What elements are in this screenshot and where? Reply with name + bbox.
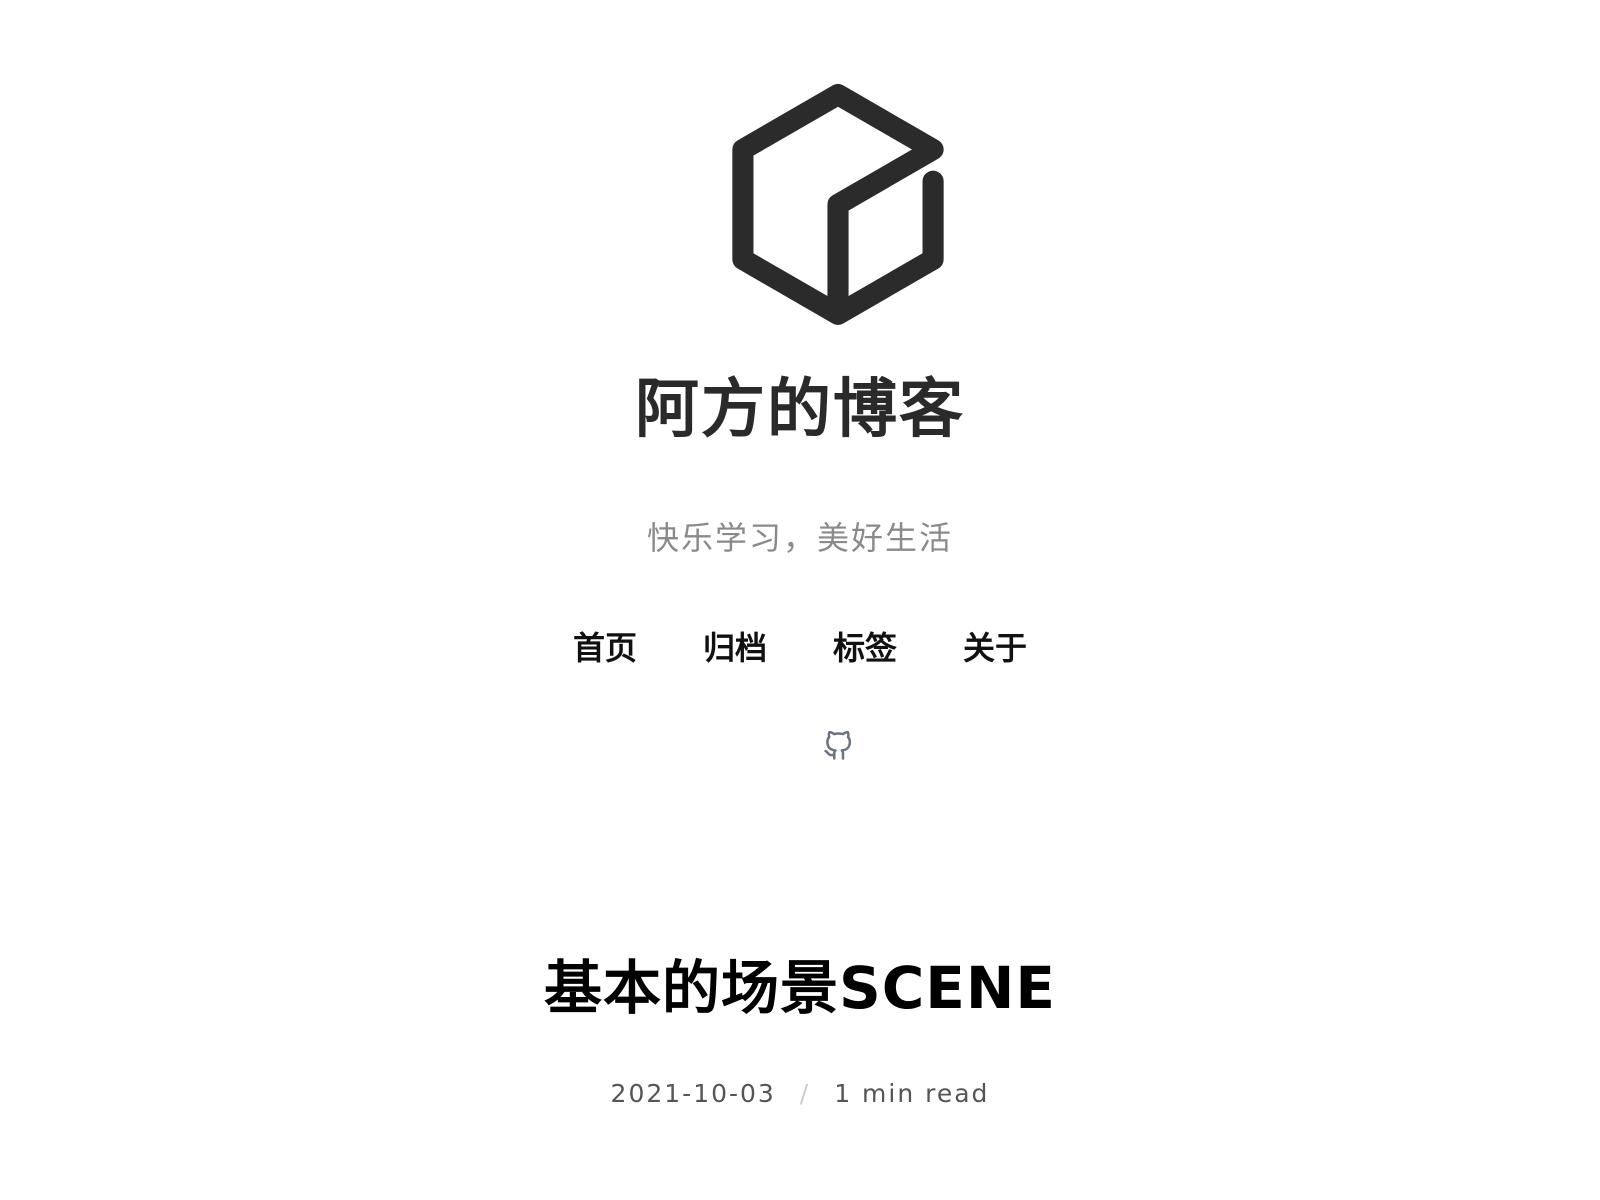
site-subtitle: 快乐学习，美好生活 <box>646 519 953 557</box>
post-meta: 2021-10-03 / 1 min read <box>0 1077 1600 1111</box>
site-logo-link[interactable] <box>719 84 957 327</box>
post-item: 基本的场景SCENE 2021-10-03 / 1 min read <box>0 950 1600 1108</box>
main-nav: 首页 归档 标签 关于 <box>0 628 1600 668</box>
meta-separator: / <box>799 1079 811 1108</box>
nav-item-home[interactable]: 首页 <box>573 628 637 668</box>
nav-item-archive[interactable]: 归档 <box>703 628 767 668</box>
github-icon <box>824 731 852 760</box>
post-title-link[interactable]: 基本的场景SCENE <box>544 950 1056 1026</box>
page: 阿方的博客 快乐学习，美好生活 首页 归档 标签 关于 基本的场景SCENE 2… <box>0 0 1600 1200</box>
cube-icon <box>732 84 944 325</box>
nav-item-about[interactable]: 关于 <box>963 628 1027 668</box>
github-link[interactable] <box>823 731 853 761</box>
post-date: 2021-10-03 <box>610 1079 776 1108</box>
nav-item-tags[interactable]: 标签 <box>833 628 897 668</box>
site-title: 阿方的博客 <box>635 373 965 447</box>
post-read-time: 1 min read <box>834 1079 990 1108</box>
